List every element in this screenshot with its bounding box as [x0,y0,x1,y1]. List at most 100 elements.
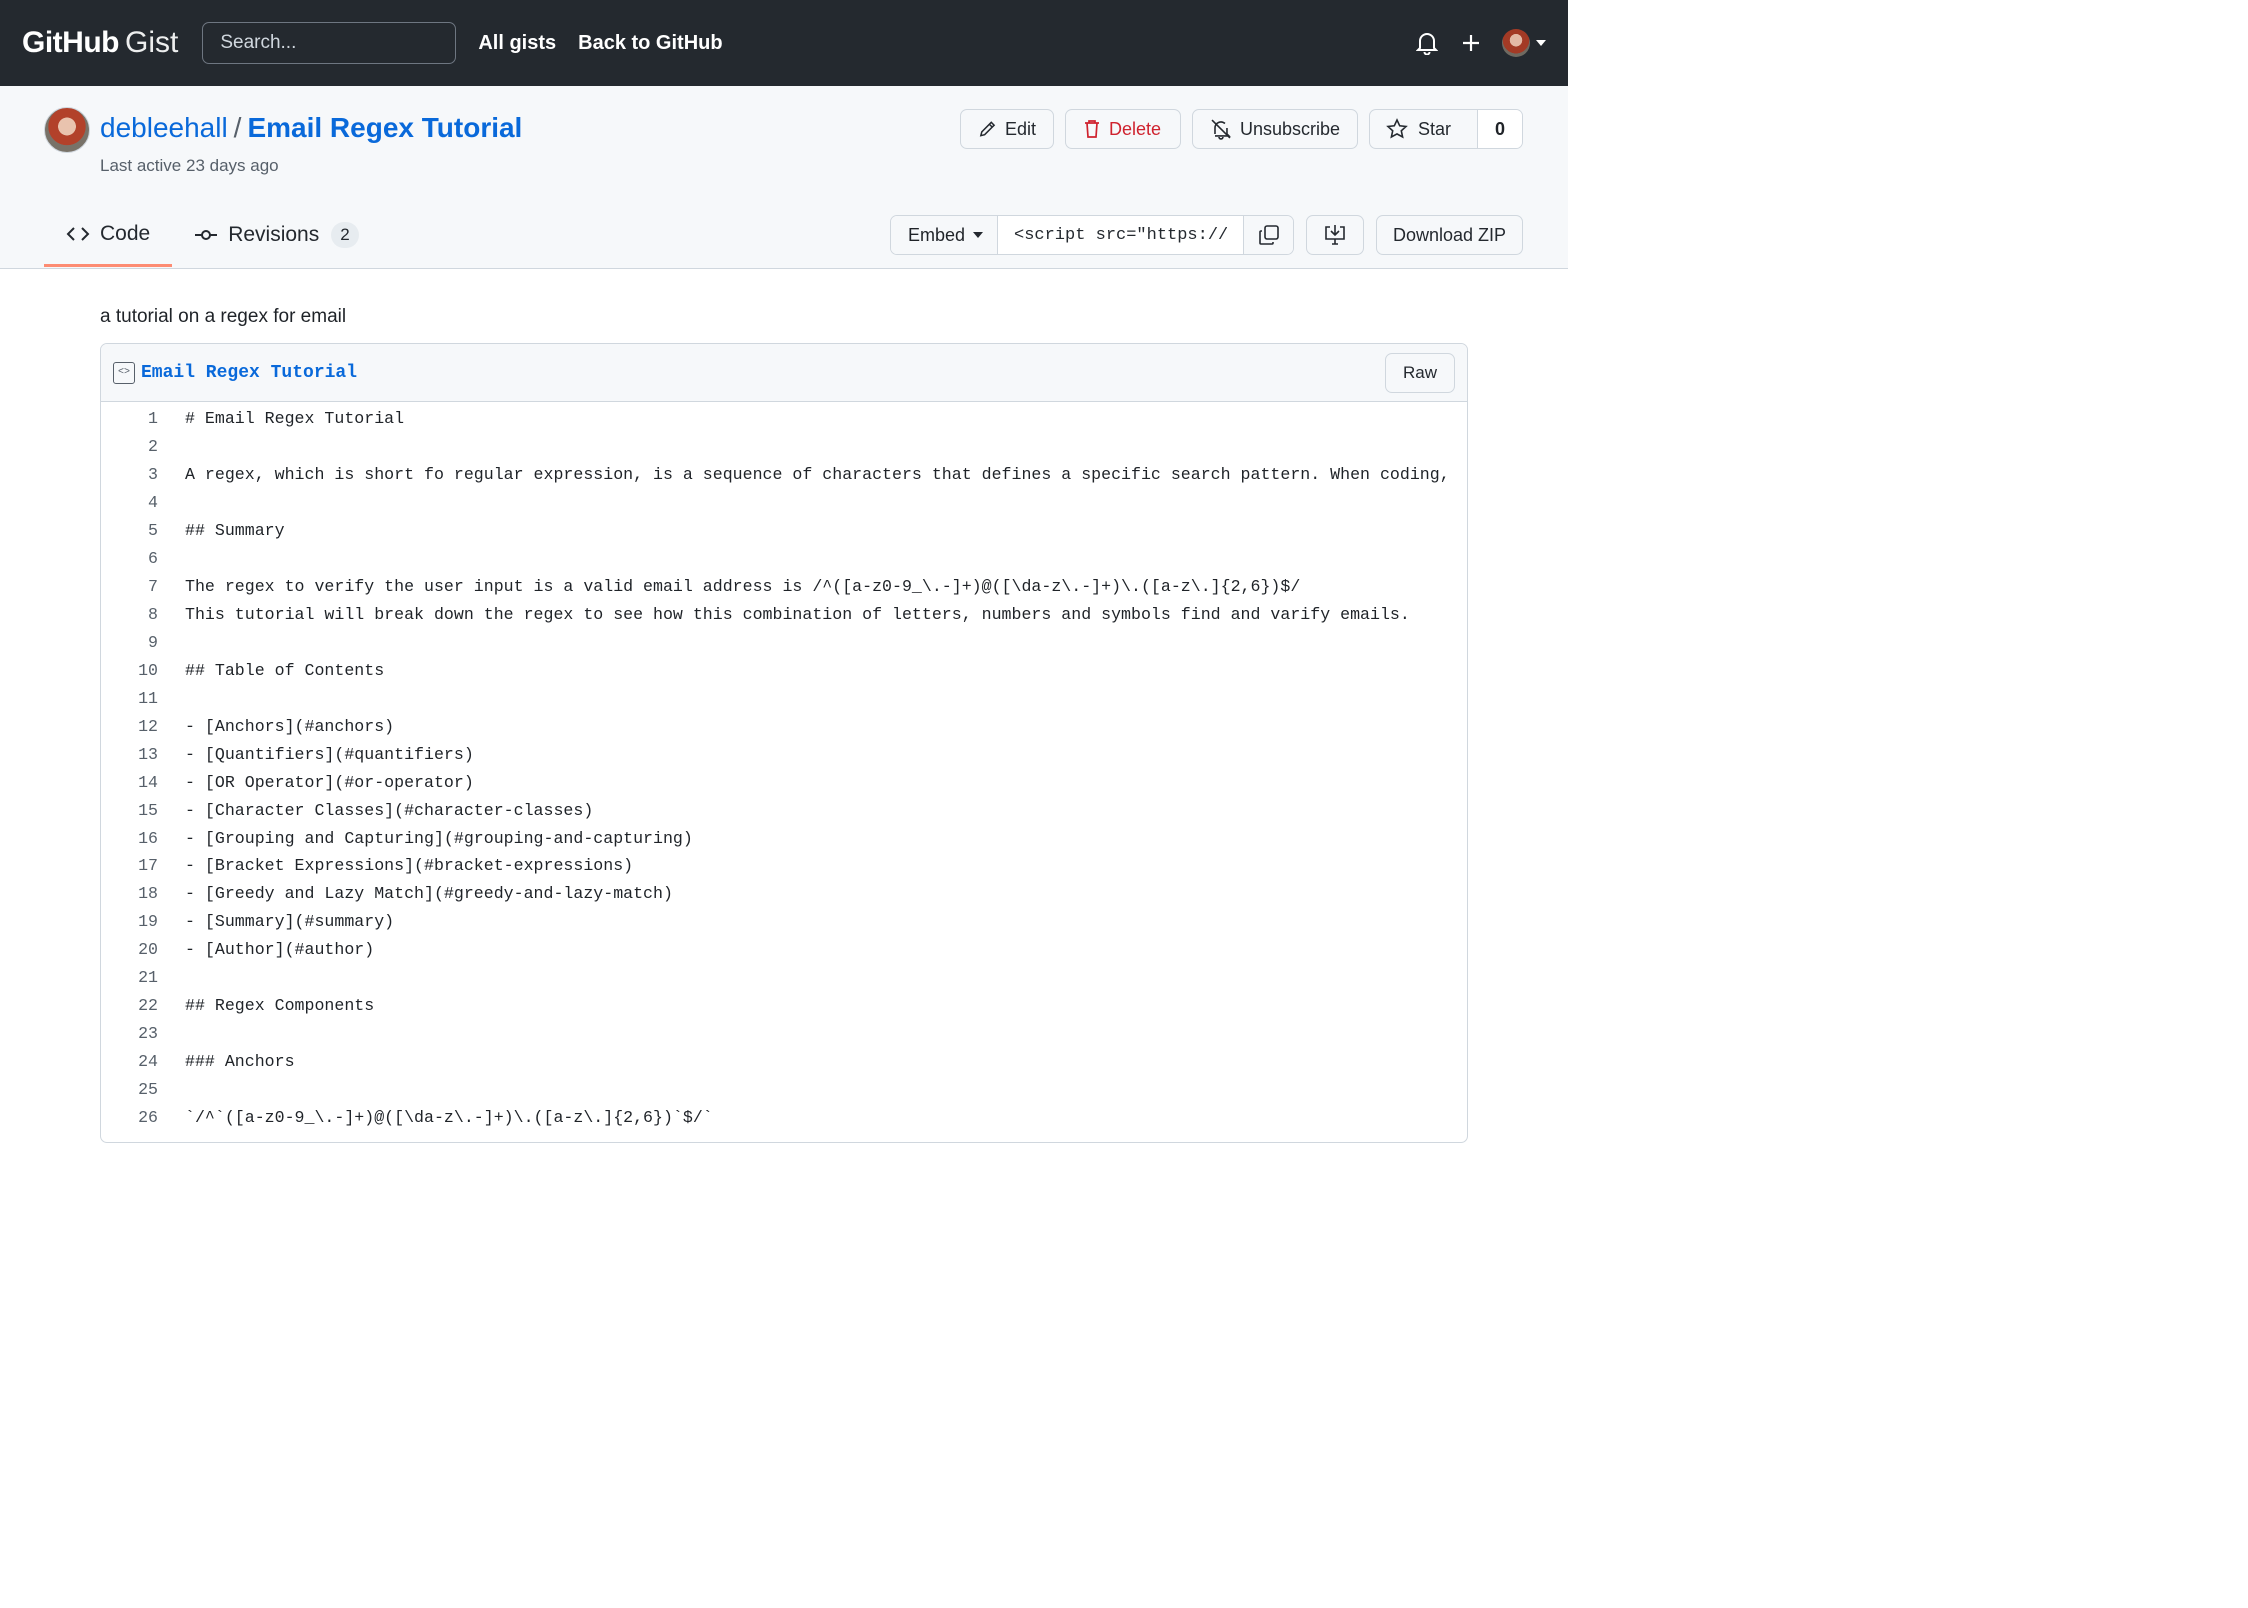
line-number[interactable]: 5 [101,521,158,540]
line-number[interactable]: 14 [101,773,158,792]
line-number[interactable]: 9 [101,633,158,652]
code-line: 14 - [OR Operator](#or-operator) [101,768,1467,796]
logo-github-text: GitHub [22,26,119,59]
code-line: 11 [101,684,1467,712]
line-number[interactable]: 6 [101,549,158,568]
line-content: - [Grouping and Capturing](#grouping-and… [185,828,693,848]
line-number[interactable]: 19 [101,912,158,931]
bell-slash-icon [1211,119,1231,140]
code-line: 10 ## Table of Contents [101,656,1467,684]
tab-code-label: Code [100,221,151,245]
global-header: GitHub Gist All gists Back to GitHub [0,0,1568,86]
line-number[interactable]: 8 [101,605,158,624]
line-content: A regex, which is short fo regular expre… [185,465,1450,485]
line-number[interactable]: 13 [101,745,158,764]
line-number[interactable]: 7 [101,577,158,596]
code-line: 24 ### Anchors [101,1048,1467,1076]
line-number[interactable]: 25 [101,1080,158,1099]
file-container: <> Email Regex Tutorial Raw 1 # Email Reg… [100,343,1468,1143]
line-number[interactable]: 10 [101,661,158,680]
user-menu[interactable] [1502,28,1546,58]
gist-tabs: Code Revisions 2 [44,203,381,269]
last-active: Last active 23 days ago [100,156,279,175]
delete-label: Delete [1109,118,1162,139]
line-content: ## Table of Contents [185,660,385,680]
code-line: 8 This tutorial will break down the regex… [101,601,1467,629]
code-line: 23 [101,1020,1467,1048]
line-number[interactable]: 2 [101,437,158,456]
line-number[interactable]: 22 [101,996,158,1015]
line-number[interactable]: 20 [101,940,158,959]
github-gist-logo[interactable]: GitHub Gist [22,26,178,60]
code-line: 19 - [Summary](#summary) [101,908,1467,936]
code-line: 4 [101,489,1467,517]
open-desktop-button[interactable] [1306,215,1364,255]
code-line: 25 [101,1076,1467,1104]
star-button[interactable]: Star [1370,110,1478,148]
line-content: - [Quantifiers](#quantifiers) [185,744,474,764]
revisions-counter: 2 [331,222,359,248]
gist-name-link[interactable]: Email Regex Tutorial [247,112,522,144]
search-input[interactable] [202,22,457,64]
line-number[interactable]: 16 [101,829,158,848]
bell-icon[interactable] [1412,28,1442,58]
delete-button[interactable]: Delete [1065,109,1181,149]
line-number[interactable]: 4 [101,493,158,512]
line-number[interactable]: 24 [101,1052,158,1071]
line-number[interactable]: 21 [101,968,158,987]
nav-all-gists[interactable]: All gists [478,32,556,55]
line-number[interactable]: 12 [101,717,158,736]
star-icon [1386,118,1408,139]
gist-header: debleehall / Email Regex Tutorial Last a… [0,86,1568,269]
star-count[interactable]: 0 [1478,110,1522,148]
line-number[interactable]: 1 [101,409,158,428]
tab-revisions[interactable]: Revisions 2 [172,203,381,267]
code-line: 18 - [Greedy and Lazy Match](#greedy-and-… [101,880,1467,908]
line-number[interactable]: 17 [101,856,158,875]
line-number[interactable]: 26 [101,1108,158,1127]
tab-revisions-label: Revisions [228,223,320,246]
edit-label: Edit [1004,118,1036,139]
line-content: ### Anchors [185,1052,295,1072]
code-line: 22 ## Regex Components [101,992,1467,1020]
tab-code[interactable]: Code [44,203,173,267]
code-line: 7 The regex to verify the user input is a… [101,573,1467,601]
unsubscribe-button[interactable]: Unsubscribe [1192,109,1358,149]
download-zip-button[interactable]: Download ZIP [1376,215,1523,255]
line-content: # Email Regex Tutorial [185,409,405,429]
code-line: 2 [101,433,1467,461]
code-line: 5 ## Summary [101,517,1467,545]
embed-code-input[interactable] [998,216,1243,254]
line-number[interactable]: 11 [101,689,158,708]
line-content: - [Greedy and Lazy Match](#greedy-and-la… [185,884,673,904]
line-number[interactable]: 18 [101,884,158,903]
embed-dropdown[interactable]: Embed [891,216,998,254]
line-number[interactable]: 15 [101,801,158,820]
copy-button[interactable] [1243,216,1293,254]
line-content: - [Bracket Expressions](#bracket-express… [185,856,634,876]
code-line: 26 `/^`([a-z0-9_\.-]+)@([\da-z\.-]+)\.([a… [101,1103,1467,1131]
raw-button[interactable]: Raw [1385,352,1455,393]
line-number[interactable]: 3 [101,465,158,484]
file-name-link[interactable]: Email Regex Tutorial [141,363,357,383]
code-line: 13 - [Quantifiers](#quantifiers) [101,740,1467,768]
copy-icon [1258,225,1279,245]
owner-link[interactable]: debleehall [100,112,228,144]
desktop-download-icon [1325,225,1345,245]
star-group: Star 0 [1369,109,1523,149]
plus-icon[interactable] [1456,28,1486,58]
edit-button[interactable]: Edit [960,109,1054,149]
embed-label: Embed [908,224,966,245]
code-icon [66,226,90,241]
nav-back-to-github[interactable]: Back to GitHub [578,32,722,55]
code-line: 3 A regex, which is short fo regular expr… [101,461,1467,489]
chevron-down-icon [973,232,984,238]
code-line: 17 - [Bracket Expressions](#bracket-expre… [101,852,1467,880]
line-content: - [Character Classes](#character-classes… [185,800,594,820]
line-number[interactable]: 23 [101,1024,158,1043]
owner-avatar[interactable] [44,107,90,153]
line-content: ## Summary [185,521,285,541]
chevron-down-icon [1536,40,1546,46]
code-line: 15 - [Character Classes](#character-class… [101,796,1467,824]
star-label: Star [1418,118,1452,139]
